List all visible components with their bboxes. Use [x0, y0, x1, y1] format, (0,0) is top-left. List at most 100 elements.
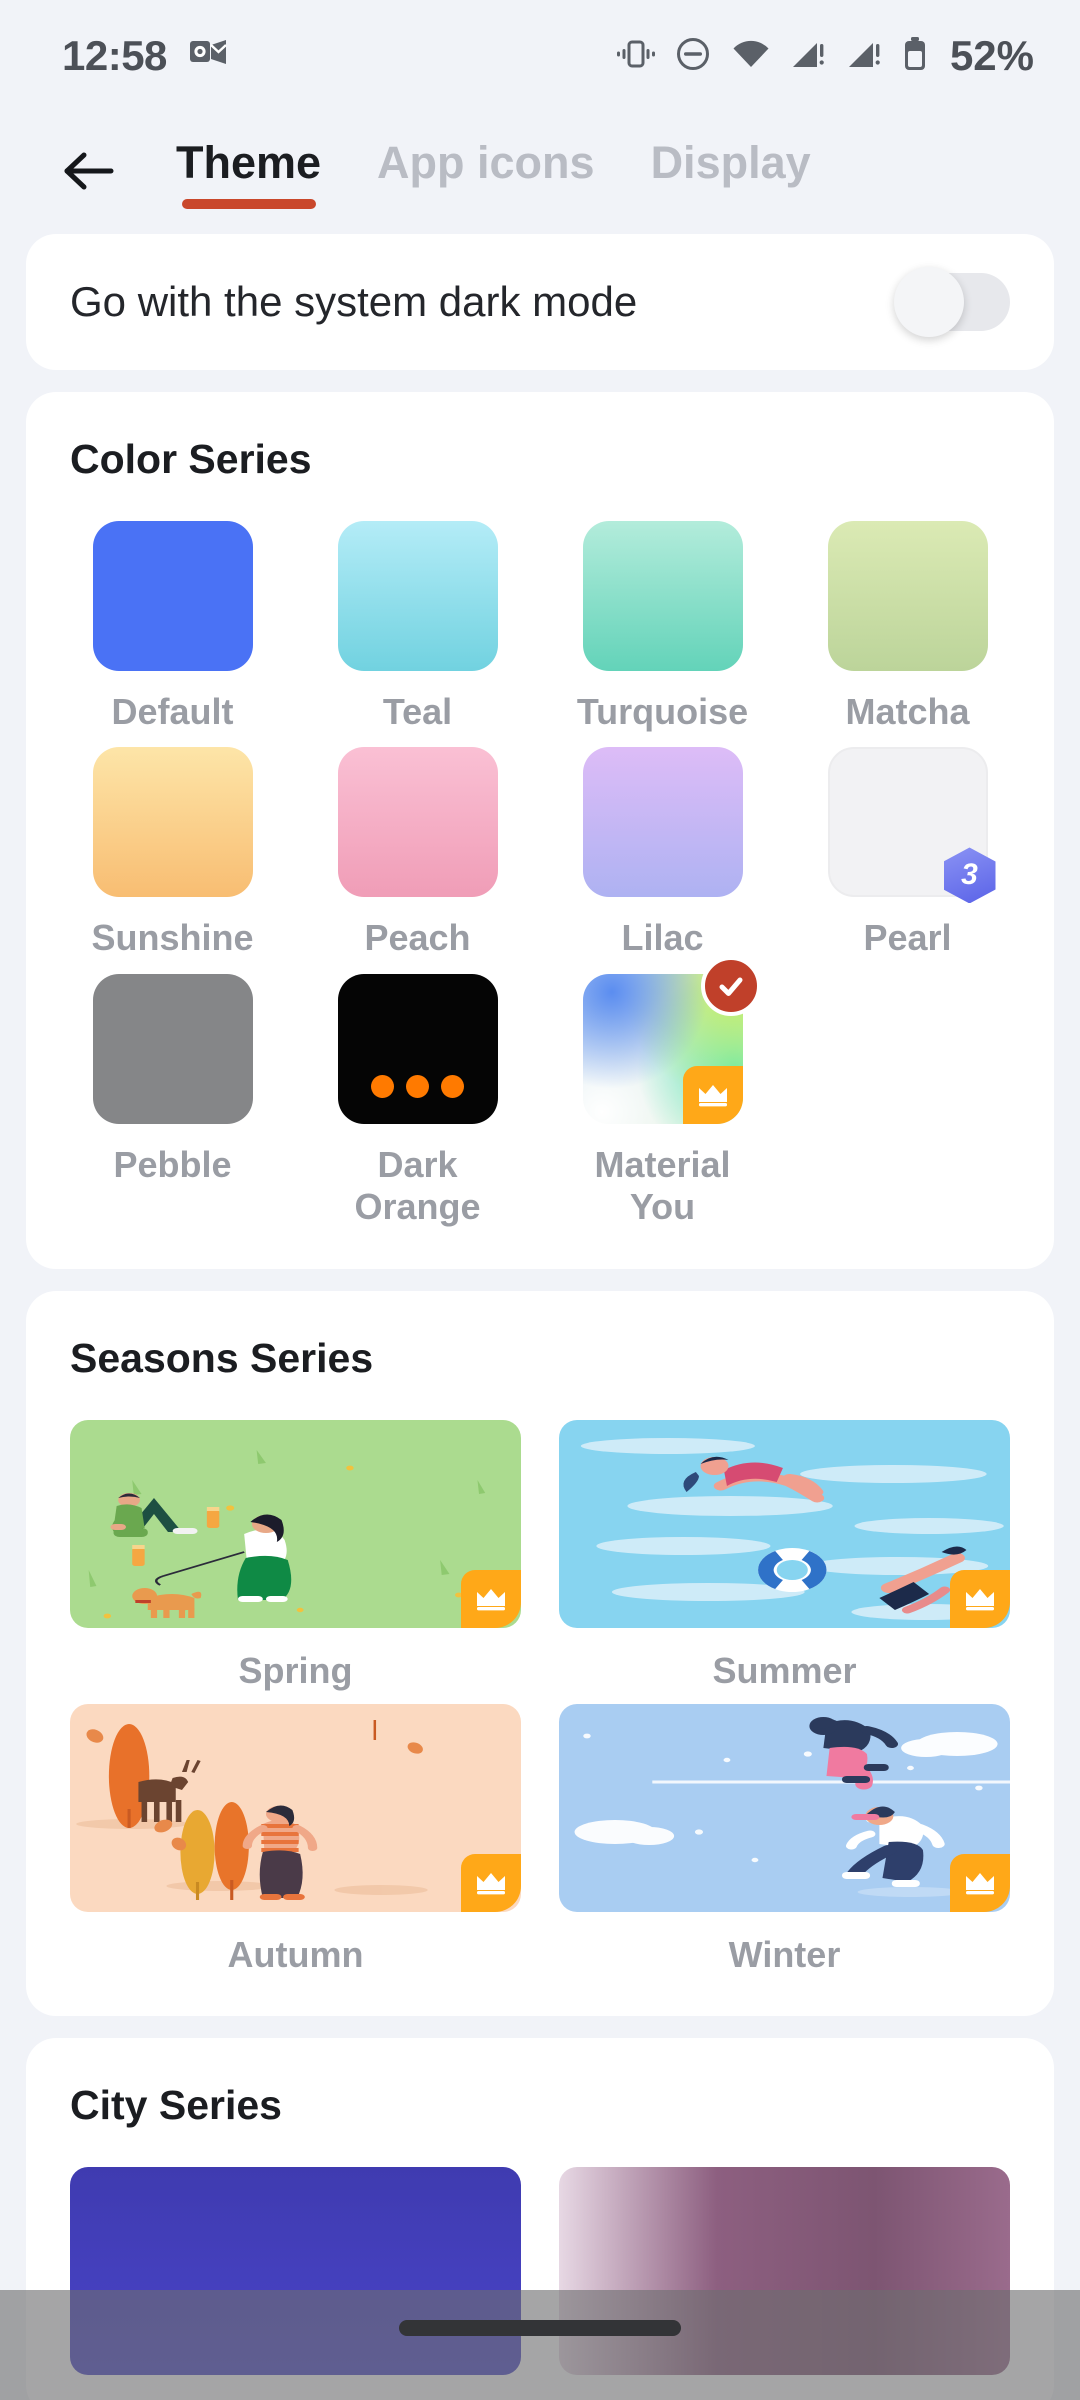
theme-option-label: Autumn — [227, 1933, 364, 1975]
top-app-bar: Theme App icons Display — [0, 112, 1080, 234]
dark-mode-card: Go with the system dark mode — [26, 234, 1054, 370]
swatch-preview — [92, 747, 253, 898]
color-option-label: Teal — [382, 691, 453, 732]
theme-settings-screen: 12:58 52% Theme App icons Display Go wit… — [0, 0, 1080, 2400]
color-option-peach[interactable]: Peach — [295, 747, 540, 959]
status-bar-left: 12:58 — [62, 32, 227, 80]
dark-mode-label: Go with the system dark mode — [70, 278, 638, 325]
premium-crown-icon — [950, 1569, 1010, 1628]
swatch-preview — [92, 973, 253, 1124]
vibrate-icon — [616, 35, 656, 78]
thumb-wrap — [559, 1419, 1010, 1628]
swatch-wrap — [582, 955, 761, 1124]
swatch-wrap: 3 — [827, 747, 996, 904]
seasons-series-grid: Spring Summer Autumn Winter — [26, 1382, 1054, 2016]
color-option-label: Dark Orange — [354, 1143, 481, 1228]
theme-option-label: Spring — [238, 1649, 353, 1691]
thumb-wrap — [70, 1703, 521, 1912]
color-series-card: Color Series Default Teal Turquoise Matc… — [26, 392, 1054, 1269]
color-series-grid: Default Teal Turquoise Matcha Sunshine P… — [26, 483, 1054, 1269]
clock: 12:58 — [62, 32, 167, 79]
swatch-wrap — [92, 521, 253, 671]
color-option-turquoise[interactable]: Turquoise — [540, 521, 785, 733]
swatch-preview — [827, 521, 988, 671]
thumb-wrap — [559, 1703, 1010, 1912]
swatch-preview — [337, 521, 498, 671]
color-option-default[interactable]: Default — [50, 521, 295, 733]
swatch-preview — [337, 747, 498, 898]
tab-active-indicator — [181, 199, 316, 209]
premium-crown-icon — [461, 1569, 521, 1628]
swatch-wrap — [582, 521, 743, 671]
thumb-wrap — [70, 1419, 521, 1628]
theme-option-label: Summer — [712, 1649, 857, 1691]
swatch-wrap — [582, 747, 743, 898]
tab-bar: Theme App icons Display — [148, 137, 839, 209]
theme-preview-summer — [559, 1419, 1010, 1628]
back-button[interactable] — [48, 131, 132, 215]
color-option-label: Peach — [364, 917, 471, 959]
swatch-wrap — [92, 747, 253, 898]
selected-check-icon — [700, 955, 761, 1016]
premium-crown-icon — [461, 1853, 521, 1912]
dark-mode-row[interactable]: Go with the system dark mode — [26, 234, 1054, 370]
battery-icon — [902, 35, 928, 78]
premium-crown-icon — [682, 1065, 743, 1124]
signal-sim1-icon — [790, 37, 828, 76]
color-option-teal[interactable]: Teal — [295, 521, 540, 733]
color-option-label: Default — [111, 691, 234, 732]
outlook-icon — [189, 37, 227, 76]
navigation-bar — [0, 2290, 1080, 2400]
toggle-knob — [894, 267, 964, 337]
theme-preview-spring — [70, 1419, 521, 1628]
seasons-series-card: Seasons Series Spring Summer Autumn Wint… — [26, 1290, 1054, 2016]
color-option-label: Sunshine — [91, 917, 254, 959]
swatch-wrap — [92, 973, 253, 1124]
theme-option-winter[interactable]: Winter — [559, 1703, 1010, 1976]
battery-percentage: 52% — [949, 32, 1034, 79]
swatch-wrap — [337, 747, 498, 898]
home-indicator[interactable] — [399, 2320, 681, 2336]
color-option-matcha[interactable]: Matcha — [785, 521, 1030, 733]
color-option-pearl[interactable]: 3 Pearl — [785, 747, 1030, 959]
tab-theme[interactable]: Theme — [148, 137, 349, 209]
swatch-wrap — [337, 973, 498, 1124]
tab-display[interactable]: Display — [623, 137, 839, 209]
theme-preview-winter — [559, 1703, 1010, 1912]
theme-option-summer[interactable]: Summer — [559, 1419, 1010, 1692]
color-option-label: Pebble — [113, 1143, 232, 1185]
tab-display-label: Display — [650, 137, 811, 188]
city-series-title: City Series — [70, 2081, 282, 2128]
color-option-lilac[interactable]: Lilac — [540, 747, 785, 959]
color-option-sunshine[interactable]: Sunshine — [50, 747, 295, 959]
theme-preview-autumn — [70, 1703, 521, 1912]
tab-app-icons[interactable]: App icons — [349, 137, 623, 209]
back-arrow-icon — [63, 148, 117, 199]
status-bar-right: 52% — [616, 32, 1034, 80]
color-option-label: Pearl — [863, 917, 952, 959]
color-option-label: Turquoise — [576, 691, 749, 732]
color-series-title: Color Series — [70, 436, 312, 482]
color-option-label: Lilac — [621, 917, 704, 959]
tab-app-icons-label: App icons — [377, 137, 595, 188]
seasons-series-title: Seasons Series — [70, 1334, 374, 1381]
color-option-dark-orange[interactable]: Dark Orange — [295, 973, 540, 1229]
tab-theme-label: Theme — [176, 137, 322, 188]
color-option-label: Matcha — [845, 691, 970, 732]
color-option-material-you[interactable]: Material You — [540, 955, 785, 1229]
do-not-disturb-icon — [674, 35, 712, 78]
swatch-preview — [337, 973, 498, 1124]
swatch-wrap — [337, 521, 498, 671]
swatch-wrap — [827, 521, 988, 671]
color-option-label: Material You — [594, 1143, 731, 1228]
theme-option-spring[interactable]: Spring — [70, 1419, 521, 1692]
premium-crown-icon — [950, 1853, 1010, 1912]
accent-dots-icon — [338, 1074, 498, 1098]
theme-option-autumn[interactable]: Autumn — [70, 1703, 521, 1976]
theme-option-label: Winter — [728, 1933, 841, 1975]
wifi-icon — [730, 37, 772, 76]
signal-sim2-icon — [846, 37, 884, 76]
color-option-pebble[interactable]: Pebble — [50, 973, 295, 1229]
swatch-preview — [92, 521, 253, 671]
dark-mode-toggle[interactable] — [894, 267, 1010, 337]
